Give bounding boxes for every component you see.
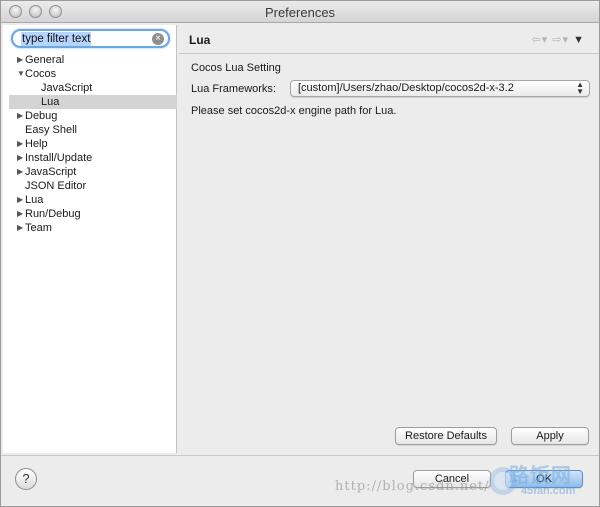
lua-frameworks-select[interactable]: [custom]/Users/zhao/Desktop/cocos2d-x-3.… <box>290 80 590 97</box>
disclosure-expanded-icon[interactable]: ▼ <box>17 67 25 81</box>
forward-arrow-icon[interactable]: ⇨▾ <box>552 34 569 46</box>
view-menu-icon[interactable]: ▼ <box>573 34 585 46</box>
watermark-url: http://blog.csdn.net/ <box>335 479 490 494</box>
tree-item[interactable]: ▶ Install/Update <box>3 151 177 165</box>
preference-page: Lua ⇦▾ ⇨▾ ▼ Cocos Lua Setting Lua Framew… <box>179 25 599 453</box>
disclosure-collapsed-icon[interactable]: ▶ <box>17 137 25 151</box>
tree-item[interactable]: ▶ Lua <box>3 193 177 207</box>
tree-item-label: Easy Shell <box>25 124 77 136</box>
clear-search-icon[interactable]: × <box>152 33 164 45</box>
tree-item[interactable]: ▶ Team <box>3 221 177 235</box>
preference-tree: ▶ General ▼ Cocos JavaScript Lua ▶ Debug Easy Sh… <box>3 53 177 235</box>
title-divider <box>179 53 599 54</box>
footer-divider <box>1 455 599 456</box>
tree-item-label: JavaScript <box>41 82 93 94</box>
section-label: Cocos Lua Setting <box>191 62 281 74</box>
watermark-site: 45fan.com <box>521 485 576 497</box>
filter-search-field[interactable]: type filter text × <box>11 29 170 48</box>
tree-item-label: General <box>25 54 65 66</box>
disclosure-collapsed-icon[interactable]: ▶ <box>17 221 25 235</box>
disclosure-collapsed-icon[interactable]: ▶ <box>17 53 25 67</box>
tree-item-label: Team <box>25 222 52 234</box>
tree-item[interactable]: JavaScript <box>3 81 177 95</box>
restore-defaults-button[interactable]: Restore Defaults <box>395 427 497 445</box>
back-arrow-icon[interactable]: ⇦▾ <box>531 34 548 46</box>
tree-item-label: Help <box>25 138 48 150</box>
apply-button[interactable]: Apply <box>511 427 589 445</box>
disclosure-collapsed-icon[interactable]: ▶ <box>17 193 25 207</box>
page-navigation: ⇦▾ ⇨▾ ▼ <box>531 33 585 46</box>
tree-item[interactable]: ▶ Debug <box>3 109 177 123</box>
lua-frameworks-value: [custom]/Users/zhao/Desktop/cocos2d-x-3.… <box>298 82 514 94</box>
watermark-site-cn: 路饭网 <box>509 465 572 487</box>
title-bar: Preferences <box>1 1 599 23</box>
select-chevron-icon: ▲ ▼ <box>576 80 584 96</box>
tree-item[interactable]: Easy Shell <box>3 123 177 137</box>
tree-item-label: Run/Debug <box>25 208 81 220</box>
filter-search-text[interactable]: type filter text <box>21 32 92 46</box>
disclosure-collapsed-icon[interactable]: ▶ <box>17 151 25 165</box>
engine-path-hint: Please set cocos2d-x engine path for Lua… <box>191 105 397 117</box>
tree-item[interactable]: JSON Editor <box>3 179 177 193</box>
tree-item-label: JSON Editor <box>25 180 87 192</box>
window-title: Preferences <box>264 5 336 20</box>
tree-item-label: Install/Update <box>25 152 93 164</box>
help-icon[interactable]: ? <box>15 468 37 490</box>
tree-item[interactable]: Lua <box>9 95 177 109</box>
tree-item-label: Cocos <box>25 68 57 80</box>
tree-item[interactable]: ▶ Help <box>3 137 177 151</box>
tree-item-label: Lua <box>25 194 44 206</box>
disclosure-collapsed-icon[interactable]: ▶ <box>17 165 25 179</box>
tree-item-label: Lua <box>41 96 60 108</box>
tree-item[interactable]: ▶ Run/Debug <box>3 207 177 221</box>
disclosure-collapsed-icon[interactable]: ▶ <box>17 207 25 221</box>
lua-frameworks-label: Lua Frameworks: <box>191 83 276 95</box>
tree-item[interactable]: ▼ Cocos <box>3 67 177 81</box>
tree-item[interactable]: ▶ JavaScript <box>3 165 177 179</box>
tree-item-label: JavaScript <box>25 166 77 178</box>
preference-tree-pane: type filter text × ▶ General ▼ Cocos JavaScr… <box>3 25 177 453</box>
tree-item[interactable]: ▶ General <box>3 53 177 67</box>
page-title: Lua <box>189 33 211 47</box>
preferences-window: Preferences type filter text × ▶ General ▼… <box>0 0 600 507</box>
tree-item-label: Debug <box>25 110 58 122</box>
disclosure-collapsed-icon[interactable]: ▶ <box>17 109 25 123</box>
